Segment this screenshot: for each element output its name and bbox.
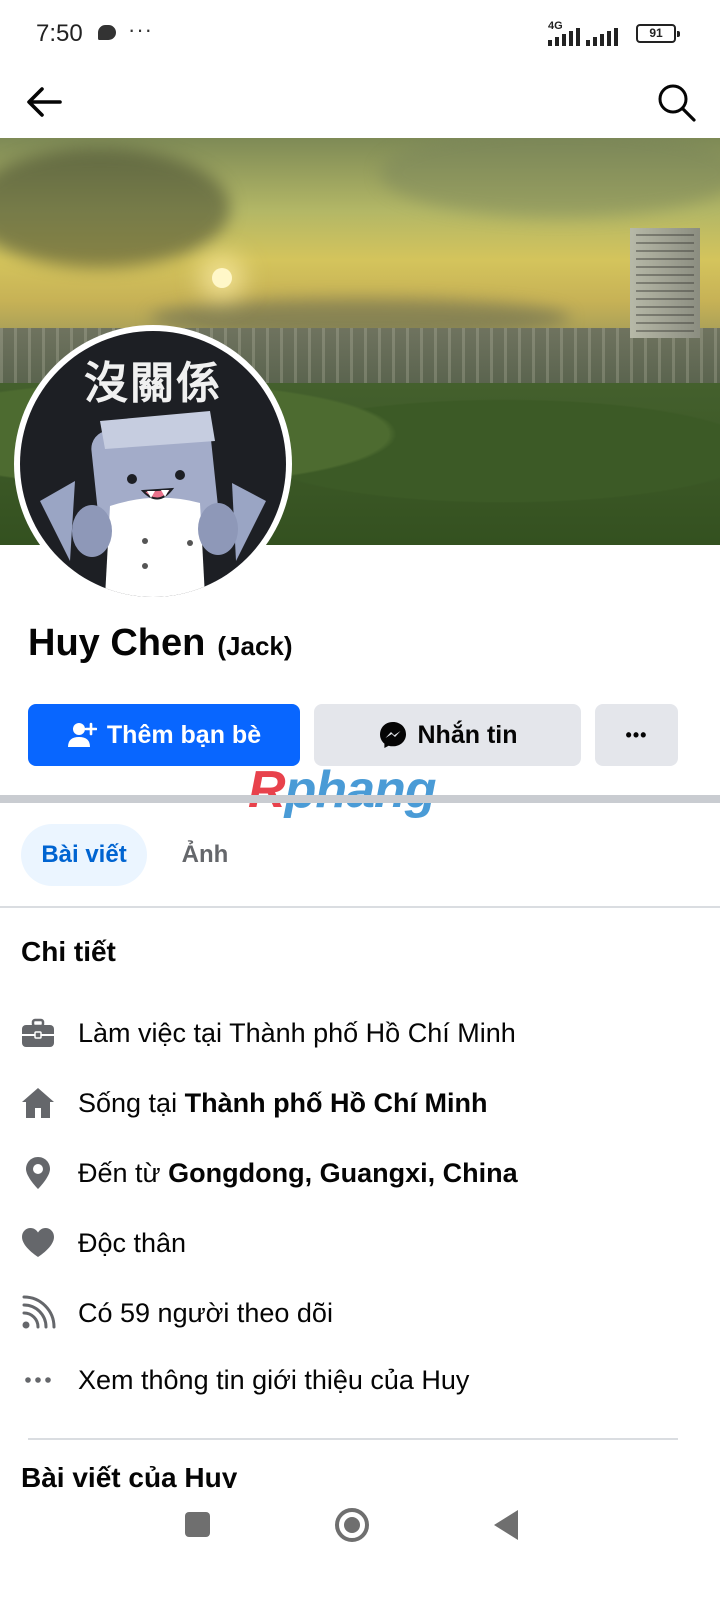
section-divider bbox=[0, 795, 720, 803]
detail-work-text: Làm việc tại Thành phố Hồ Chí Minh bbox=[78, 1017, 516, 1048]
tab-photos[interactable]: Ảnh bbox=[162, 824, 248, 886]
briefcase-icon bbox=[20, 1015, 56, 1051]
messenger-icon bbox=[379, 722, 406, 748]
add-friend-label: Thêm bạn bè bbox=[106, 720, 262, 749]
more-dots-icon: ··· bbox=[128, 17, 153, 42]
detail-work: Làm việc tại Thành phố Hồ Chí Minh bbox=[20, 1008, 516, 1058]
back-button[interactable] bbox=[20, 78, 68, 126]
more-dots-icon: ••• bbox=[625, 724, 648, 745]
home-icon bbox=[20, 1085, 56, 1121]
detail-relationship: Độc thân bbox=[20, 1218, 186, 1268]
system-nav-bar bbox=[0, 1488, 720, 1600]
add-friend-icon bbox=[67, 722, 97, 747]
tab-photos-label: Ảnh bbox=[181, 841, 229, 868]
app-bar bbox=[0, 66, 720, 138]
tab-posts-label: Bài viết bbox=[41, 841, 127, 868]
detail-from-text: Đến từ Gongdong, Guangxi, China bbox=[78, 1158, 518, 1189]
watermark-letter: R bbox=[248, 761, 286, 819]
shark-mascot-image bbox=[40, 411, 266, 597]
status-time: 7:50 bbox=[36, 20, 83, 47]
recents-button[interactable] bbox=[185, 1512, 210, 1537]
tabs-divider bbox=[0, 906, 720, 908]
status-bar: 7:50 ··· 4G 91 bbox=[0, 0, 720, 66]
heart-icon bbox=[20, 1225, 56, 1261]
search-icon bbox=[658, 84, 696, 122]
signal-icon bbox=[548, 26, 580, 46]
watermark-text: phang bbox=[284, 761, 437, 819]
profile-name: Huy Chen bbox=[28, 622, 206, 664]
more-dots-icon bbox=[20, 1362, 56, 1398]
posts-section-title: Bài viết của Huy bbox=[21, 1462, 238, 1488]
profile-nickname: (Jack) bbox=[217, 631, 293, 661]
rss-followers-icon bbox=[20, 1295, 56, 1331]
home-button[interactable] bbox=[335, 1508, 369, 1542]
message-label: Nhắn tin bbox=[417, 720, 518, 749]
battery-icon: 91 bbox=[636, 24, 680, 43]
location-pin-icon bbox=[20, 1155, 56, 1191]
detail-lives-city[interactable]: Thành phố Hồ Chí Minh bbox=[185, 1088, 488, 1118]
detail-lives-text: Sống tại Thành phố Hồ Chí Minh bbox=[78, 1088, 488, 1119]
detail-from-place[interactable]: Gongdong, Guangxi, China bbox=[168, 1158, 517, 1188]
see-about-text: Xem thông tin giới thiệu của Huy bbox=[78, 1364, 470, 1395]
see-about-link[interactable]: Xem thông tin giới thiệu của Huy bbox=[20, 1355, 469, 1405]
detail-relationship-text: Độc thân bbox=[78, 1227, 187, 1258]
signal-icon bbox=[586, 26, 618, 46]
profile-avatar[interactable]: 沒關係 bbox=[14, 325, 292, 603]
message-button[interactable]: Nhắn tin bbox=[314, 704, 581, 766]
detail-followers[interactable]: Có 59 người theo dõi bbox=[20, 1288, 333, 1338]
watermark-logo: Rphang bbox=[248, 760, 437, 820]
battery-level: 91 bbox=[649, 26, 663, 40]
profile-name-row: Huy Chen (Jack) bbox=[28, 622, 293, 665]
add-friend-button[interactable]: Thêm bạn bè bbox=[28, 704, 300, 766]
back-arrow-icon bbox=[27, 87, 62, 117]
chat-icon bbox=[98, 25, 116, 40]
detail-from-prefix: Đến từ bbox=[78, 1157, 169, 1188]
details-title: Chi tiết bbox=[21, 936, 116, 967]
detail-from: Đến từ Gongdong, Guangxi, China bbox=[20, 1148, 518, 1198]
detail-lives-prefix: Sống tại bbox=[78, 1087, 185, 1118]
detail-followers-text: Có 59 người theo dõi bbox=[78, 1297, 333, 1328]
details-divider bbox=[28, 1438, 678, 1440]
nav-back-button[interactable] bbox=[494, 1510, 518, 1540]
tab-posts[interactable]: Bài viết bbox=[21, 824, 147, 886]
more-options-button[interactable]: ••• bbox=[595, 704, 678, 766]
detail-lives: Sống tại Thành phố Hồ Chí Minh bbox=[20, 1078, 488, 1128]
search-button[interactable] bbox=[652, 78, 700, 126]
